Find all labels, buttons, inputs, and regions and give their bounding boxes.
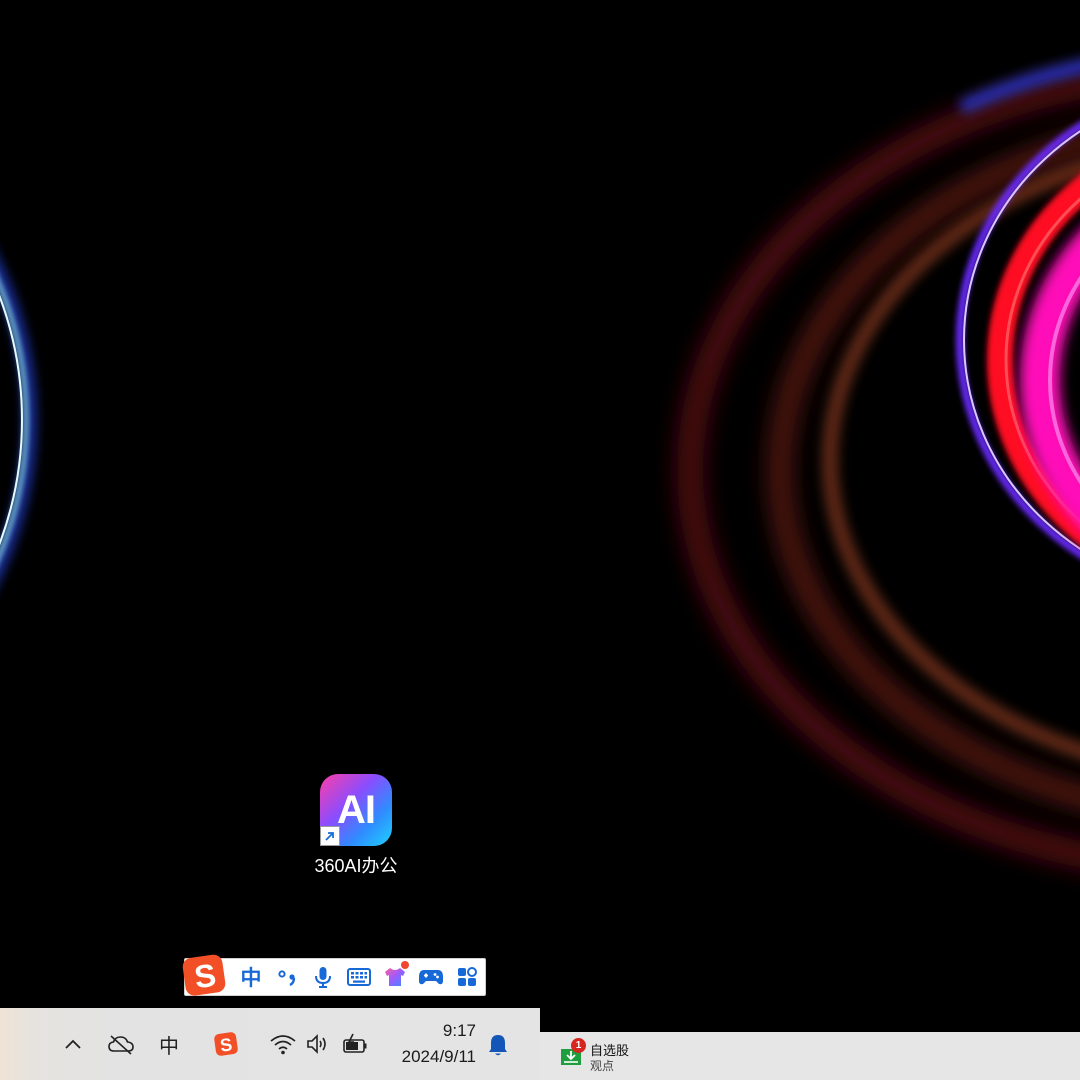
app-icon-text: AI <box>337 787 376 832</box>
voice-input-button[interactable] <box>308 962 338 992</box>
volume-icon <box>307 1034 326 1054</box>
toolbox-icon <box>458 967 477 986</box>
clock-date: 2024/9/11 <box>401 1047 476 1066</box>
skin-notification-dot <box>401 961 409 969</box>
show-hidden-icons-button[interactable] <box>58 1028 88 1060</box>
punctuation-icon <box>278 970 296 987</box>
stock-widget-subtitle: 观点 <box>590 1059 615 1073</box>
wifi-icon <box>270 1035 296 1055</box>
toolbox-button[interactable] <box>452 962 482 992</box>
shortcut-arrow-icon <box>320 826 340 846</box>
tray-ime-label: 中 <box>159 1033 179 1058</box>
onedrive-button[interactable] <box>104 1028 138 1060</box>
game-button[interactable] <box>416 962 446 992</box>
sogou-logo-icon[interactable]: S <box>181 951 229 999</box>
tray-ime-mode-button[interactable]: 中 <box>152 1026 186 1062</box>
stock-notification-badge: 1 <box>571 1038 586 1053</box>
battery-button[interactable] <box>338 1028 372 1060</box>
battery-charging-icon <box>343 1033 367 1053</box>
taskbar-clock[interactable]: 9:17 2024/9/11 <box>380 1018 476 1070</box>
network-button[interactable] <box>266 1028 300 1060</box>
notification-center-button[interactable] <box>482 1028 514 1062</box>
volume-button[interactable] <box>302 1028 334 1060</box>
stock-widget[interactable]: 1 自选股 观点 <box>556 1038 656 1074</box>
skin-button[interactable] <box>380 961 410 992</box>
ime-toolbar[interactable]: S 中 <box>182 954 486 996</box>
shortcut-label: 360AI办公 <box>314 856 398 876</box>
gamepad-icon <box>419 970 443 985</box>
onedrive-offline-icon <box>108 1035 134 1055</box>
desktop[interactable]: AI 360AI办公 S 中 中 S 9:17 2024/9/11 1 自选股 … <box>0 0 1080 1080</box>
bell-icon <box>489 1035 507 1056</box>
microphone-icon <box>315 967 331 988</box>
punctuation-button[interactable] <box>273 962 303 992</box>
chevron-up-icon <box>65 1039 81 1049</box>
sogou-tray-icon: S <box>214 1032 238 1056</box>
sogou-tray-button[interactable]: S <box>210 1028 242 1060</box>
ai-app-icon: AI <box>320 774 392 846</box>
clock-time: 9:17 <box>442 1021 476 1040</box>
desktop-shortcut-360ai[interactable]: AI 360AI办公 <box>300 774 412 878</box>
ime-mode-button[interactable]: 中 <box>236 962 266 992</box>
wallpaper <box>0 59 1080 868</box>
keyboard-icon <box>347 968 371 986</box>
ime-mode-label: 中 <box>240 966 262 990</box>
soft-keyboard-button[interactable] <box>344 962 374 992</box>
